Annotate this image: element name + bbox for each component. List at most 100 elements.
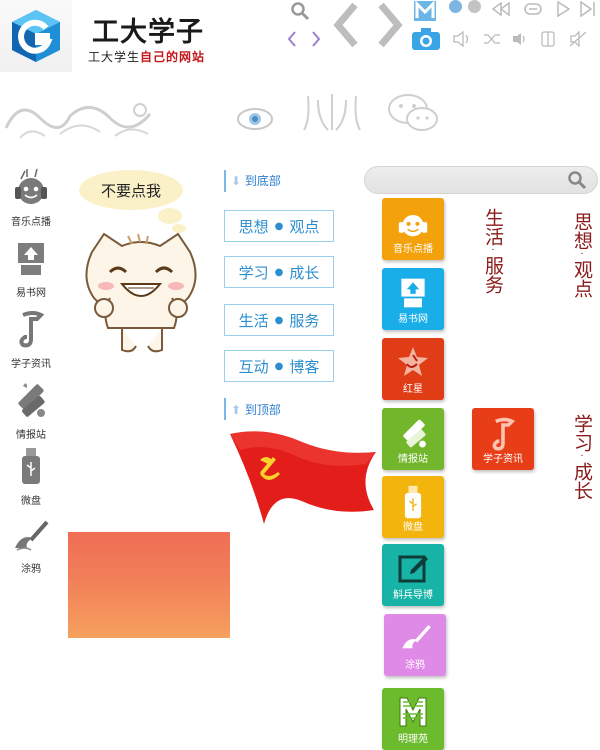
rewind-icon[interactable]	[490, 0, 512, 18]
link-bar	[224, 170, 226, 192]
left-nav-label: 音乐点播	[11, 217, 51, 228]
cat-mascot[interactable]	[78, 232, 204, 354]
tile-mingli[interactable]: 明理苑	[382, 688, 444, 750]
category-b: 观点	[289, 217, 320, 236]
skip-icon[interactable]	[578, 0, 598, 18]
dot-icon: ●	[274, 360, 284, 372]
category-a: 学习	[238, 263, 269, 282]
tile-blog[interactable]: 斛兵导博	[382, 544, 444, 606]
tile-label: 斛兵导博	[393, 590, 433, 601]
category-button-life[interactable]: 生活 ● 服务	[224, 304, 334, 336]
code-icon[interactable]	[285, 28, 323, 50]
speech-bubble: 不要点我	[79, 170, 183, 210]
vertical-dot: ·	[580, 451, 584, 462]
paint-icon	[15, 520, 49, 551]
search-icon[interactable]	[289, 0, 311, 22]
tile-label: 音乐点播	[393, 244, 433, 255]
category-button-study[interactable]: 学习 ● 成长	[224, 256, 334, 288]
tile-label: 明理苑	[398, 734, 428, 745]
tile-label: 学子资讯	[483, 454, 523, 465]
left-nav-intel[interactable]: 情报站	[4, 380, 58, 441]
bubble-tail	[158, 208, 182, 224]
site-title: 工大学子	[92, 17, 204, 48]
category-button-blog[interactable]: 互动 ● 博客	[224, 350, 334, 382]
tile-label: 微盘	[403, 522, 423, 533]
to-top-link[interactable]: ⬆ 到顶部	[231, 401, 281, 418]
vertical-label-life[interactable]: 生活 · 服务	[481, 208, 505, 294]
tile-label: 红星	[403, 384, 423, 395]
red-flag	[226, 430, 382, 526]
pause-icon[interactable]	[538, 30, 558, 48]
left-nav-label: 学子资讯	[11, 359, 51, 370]
m-letter-icon	[399, 697, 427, 727]
to-top-label: 到顶部	[244, 403, 281, 417]
sunset-image	[68, 532, 230, 638]
wechat-icon[interactable]	[386, 92, 440, 134]
site-subtitle: 工大学生自己的网站	[88, 48, 205, 65]
left-nav-books[interactable]: 易书网	[4, 240, 58, 299]
tile-label: 涂鸦	[405, 660, 425, 671]
search-input[interactable]	[375, 170, 565, 190]
speaker-icon[interactable]	[510, 30, 530, 48]
dot-icon: ●	[274, 220, 284, 232]
vertical-label-thought[interactable]: 思想 · 观点	[570, 212, 594, 298]
site-logo[interactable]	[0, 0, 72, 72]
arrow-up-icon: ⬆	[231, 403, 242, 417]
tile-drive[interactable]: 微盘	[382, 476, 444, 538]
forward-icon[interactable]	[372, 0, 408, 50]
mute-icon[interactable]	[568, 30, 588, 48]
tile-redstar[interactable]: 红星	[382, 338, 444, 400]
intel-icon	[18, 383, 45, 417]
camera-icon[interactable]	[410, 26, 442, 52]
category-a: 生活	[238, 311, 269, 330]
headphone-face-icon	[398, 215, 428, 237]
left-nav-music[interactable]: 音乐点播	[4, 167, 58, 228]
vertical-label-b: 服务	[482, 256, 504, 294]
tile-intel[interactable]: 情报站	[382, 408, 444, 470]
m-icon[interactable]	[412, 0, 438, 22]
category-a: 互动	[238, 357, 269, 376]
volume-icon[interactable]	[452, 30, 472, 48]
vertical-label-b: 成长	[571, 462, 593, 500]
dot-icon: ●	[274, 266, 284, 278]
arrow-down-icon: ⬇	[231, 174, 242, 188]
tile-label: 易书网	[398, 314, 428, 325]
note-icon	[19, 311, 45, 348]
play-icon[interactable]	[554, 0, 572, 18]
subtitle-highlight: 自己的网站	[140, 50, 206, 64]
category-a: 思想	[238, 217, 269, 236]
tile-books[interactable]: 易书网	[382, 268, 444, 330]
tile-music[interactable]: 音乐点播	[382, 198, 444, 260]
left-nav-drive[interactable]: 微盘	[4, 446, 58, 507]
shuffle-icon[interactable]	[482, 30, 502, 48]
link-bar	[224, 398, 226, 420]
left-nav-label: 涂鸦	[21, 564, 41, 575]
intel-icon	[403, 419, 426, 448]
tile-label: 情报站	[398, 454, 428, 465]
vertical-dot: ·	[491, 245, 495, 256]
category-b: 博客	[289, 357, 320, 376]
paint-icon	[402, 624, 431, 649]
category-button-thought[interactable]: 思想 ● 观点	[224, 210, 334, 242]
vertical-label-study[interactable]: 学习 · 成长	[570, 414, 594, 500]
search-icon[interactable]	[567, 170, 587, 190]
loop-icon[interactable]	[522, 0, 544, 18]
tile-news[interactable]: 学子资讯	[472, 408, 534, 470]
to-bottom-link[interactable]: ⬇ 到底部	[231, 172, 281, 189]
left-nav-paint[interactable]: 涂鸦	[4, 518, 58, 575]
tile-paint[interactable]: 涂鸦	[384, 614, 446, 676]
weibo-icon[interactable]	[302, 90, 362, 134]
category-b: 成长	[289, 263, 320, 282]
decorative-calligraphy	[0, 88, 160, 148]
eye-icon[interactable]	[236, 104, 274, 134]
dot-icon[interactable]	[449, 0, 462, 13]
usb-drive-icon	[22, 448, 40, 484]
edit-icon	[398, 555, 428, 583]
left-nav-news[interactable]: 学子资讯	[4, 309, 58, 370]
vertical-label-a: 生活	[482, 208, 504, 246]
subtitle-pre: 工大学生	[88, 50, 141, 64]
search-box[interactable]	[364, 166, 598, 194]
back-icon[interactable]	[328, 0, 364, 50]
dot-icon[interactable]	[468, 0, 481, 13]
red-star-icon	[398, 347, 428, 376]
